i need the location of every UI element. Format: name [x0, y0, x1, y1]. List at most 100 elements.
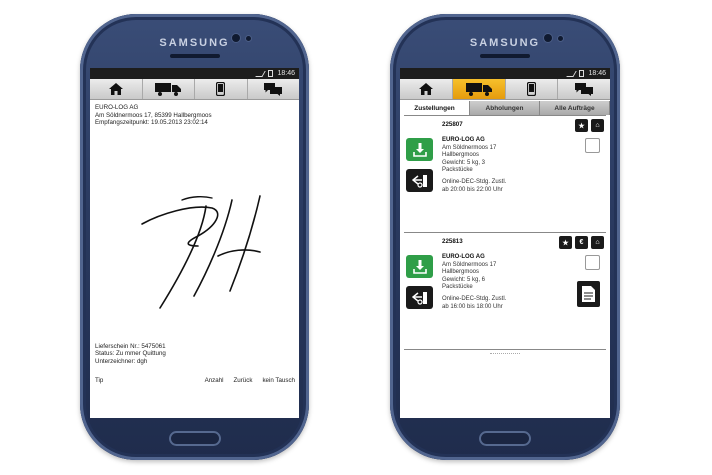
- nav-messages[interactable]: [247, 79, 299, 99]
- phone-left: SAMSUNG 18:46 EURO-LOG AG Am Söldnermoos…: [80, 14, 309, 460]
- order-service: Online-DEC-Stdg. Zustl.: [442, 178, 507, 185]
- download-icon: [412, 259, 427, 274]
- signal-icon: [255, 70, 267, 77]
- nav-deliveries[interactable]: [142, 79, 195, 99]
- location-button[interactable]: ⌂: [591, 119, 604, 132]
- order-card[interactable]: 225813 ★ € ⌂ EURO-LOG AG Am Söldnermoos …: [404, 232, 606, 349]
- signature-stroke: [141, 206, 219, 247]
- signal-icon: [566, 70, 578, 77]
- accept-delivery-button[interactable]: [406, 255, 433, 278]
- order-weight: Gewicht: 5 kg, 3: [442, 159, 486, 166]
- truck-icon: [155, 82, 182, 96]
- count-button[interactable]: Anzahl: [205, 377, 224, 385]
- signature-pad[interactable]: [120, 186, 270, 316]
- nav-deliveries[interactable]: [452, 79, 506, 99]
- status-time: 18:46: [277, 70, 295, 77]
- tab-all-orders[interactable]: Alle Aufträge: [540, 101, 610, 115]
- delivery-window: ab 16:00 bis 18:00 Uhr: [442, 303, 503, 310]
- battery-icon: [579, 70, 585, 77]
- delivery-note-number: Lieferschein Nr.: 5475061: [95, 343, 166, 350]
- order-tabs: Zustellungen Abholungen Alle Aufträge: [400, 101, 610, 115]
- signer-name: Unterzeichner: dgh: [95, 357, 148, 365]
- status-bar: 18:46: [90, 68, 299, 79]
- recipient-street: Am Söldnermoos 17: [442, 144, 497, 151]
- screen-signature: 18:46 EURO-LOG AG Am Söldnermoos 17, 853…: [90, 68, 299, 418]
- order-list: 225807 ★ ⌂ EURO-LOG AG Am Söldnermoos 17: [400, 115, 610, 357]
- light-sensor: [246, 36, 251, 41]
- chat-icon: [575, 82, 594, 96]
- order-select-checkbox[interactable]: [585, 138, 600, 153]
- hardware-home-button[interactable]: [168, 431, 221, 446]
- company-address: Am Söldnermoos 17, 85399 Hallbergmoos: [95, 111, 212, 119]
- phone-right: SAMSUNG 18:46 Zustellungen Abholungen Al…: [390, 14, 620, 460]
- handover-button[interactable]: [406, 286, 433, 309]
- nav-device[interactable]: [505, 79, 559, 99]
- euro-icon: €: [579, 239, 584, 246]
- nav-home[interactable]: [400, 79, 453, 99]
- delivery-window: ab 20:00 bis 22:00 Uhr: [442, 186, 503, 193]
- star-icon: ★: [562, 239, 569, 247]
- truck-icon: [465, 82, 492, 96]
- order-details: EURO-LOG AG Am Söldnermoos 17 Hallbergmo…: [442, 254, 506, 311]
- battery-icon: [268, 70, 274, 77]
- document-button[interactable]: [577, 281, 600, 307]
- list-more-indicator: [404, 349, 606, 357]
- status-time: 18:46: [588, 70, 606, 77]
- screen-orders: 18:46 Zustellungen Abholungen Alle Auftr…: [400, 68, 610, 418]
- phone-icon: [526, 82, 536, 96]
- cash-button[interactable]: €: [575, 236, 588, 249]
- order-pieces: Packstücke: [442, 284, 473, 291]
- accept-delivery-button[interactable]: [406, 138, 433, 161]
- handover-button[interactable]: [406, 169, 433, 192]
- order-service: Online-DEC-Stdg. Zustl.: [442, 295, 507, 302]
- document-icon: [582, 286, 595, 302]
- recipient-street: Am Söldnermoos 17: [442, 261, 497, 268]
- recipient-city: Hallbergmoos: [442, 269, 480, 276]
- status-bar: 18:46: [400, 68, 610, 79]
- location-button[interactable]: ⌂: [591, 236, 604, 249]
- company-name: EURO-LOG AG: [95, 104, 139, 111]
- home-icon: [108, 83, 123, 95]
- order-weight: Gewicht: 5 kg, 6: [442, 276, 486, 283]
- earpiece-speaker: [169, 54, 220, 58]
- phone-icon: [216, 82, 226, 96]
- signature-stroke: [181, 195, 213, 201]
- recipient-name: EURO-LOG AG: [442, 137, 485, 143]
- order-select-checkbox[interactable]: [585, 255, 600, 270]
- delivery-receipt: EURO-LOG AG Am Söldnermoos 17, 85399 Hal…: [90, 100, 299, 418]
- earpiece-speaker: [480, 54, 530, 58]
- received-timestamp: Empfangszeitpunkt: 19.05.2013 23:02:14: [95, 119, 208, 127]
- home-icon: [418, 83, 433, 95]
- action-group: Anzahl Zurück kein Tausch: [205, 377, 295, 385]
- order-card[interactable]: 225807 ★ ⌂ EURO-LOG AG Am Söldnermoos 17: [404, 115, 606, 232]
- hardware-home-button[interactable]: [479, 431, 531, 446]
- delivery-status: Status: Zu mmer Quittung: [95, 350, 166, 358]
- front-camera: [544, 34, 552, 42]
- signature-stroke: [159, 205, 207, 309]
- star-icon: ★: [578, 122, 585, 130]
- delivery-info: Lieferschein Nr.: 5475061 Status: Zu mme…: [95, 343, 166, 365]
- nav-bar: [90, 79, 299, 100]
- back-button[interactable]: Zurück: [234, 377, 253, 385]
- nav-home[interactable]: [90, 79, 143, 99]
- download-icon: [412, 142, 427, 157]
- no-exchange-button[interactable]: kein Tausch: [262, 377, 295, 385]
- tab-deliveries[interactable]: Zustellungen: [400, 101, 470, 115]
- order-actions: ★ ⌂: [575, 119, 604, 132]
- order-pieces: Packstücke: [442, 167, 473, 174]
- recipient-city: Hallbergmoos: [442, 152, 480, 159]
- nav-device[interactable]: [195, 79, 248, 99]
- device-brand: SAMSUNG: [469, 37, 541, 49]
- order-number: 225807: [442, 121, 463, 128]
- handover-icon: [411, 174, 427, 188]
- light-sensor: [558, 36, 563, 41]
- nav-messages[interactable]: [558, 79, 610, 99]
- more-dots: [490, 353, 520, 355]
- favorite-button[interactable]: ★: [575, 119, 588, 132]
- favorite-button[interactable]: ★: [559, 236, 572, 249]
- tab-pickups[interactable]: Abholungen: [470, 101, 540, 115]
- home-icon: ⌂: [595, 122, 600, 129]
- chat-icon: [264, 82, 283, 96]
- signature-stroke: [217, 249, 261, 257]
- tip-button[interactable]: Tip: [95, 377, 103, 385]
